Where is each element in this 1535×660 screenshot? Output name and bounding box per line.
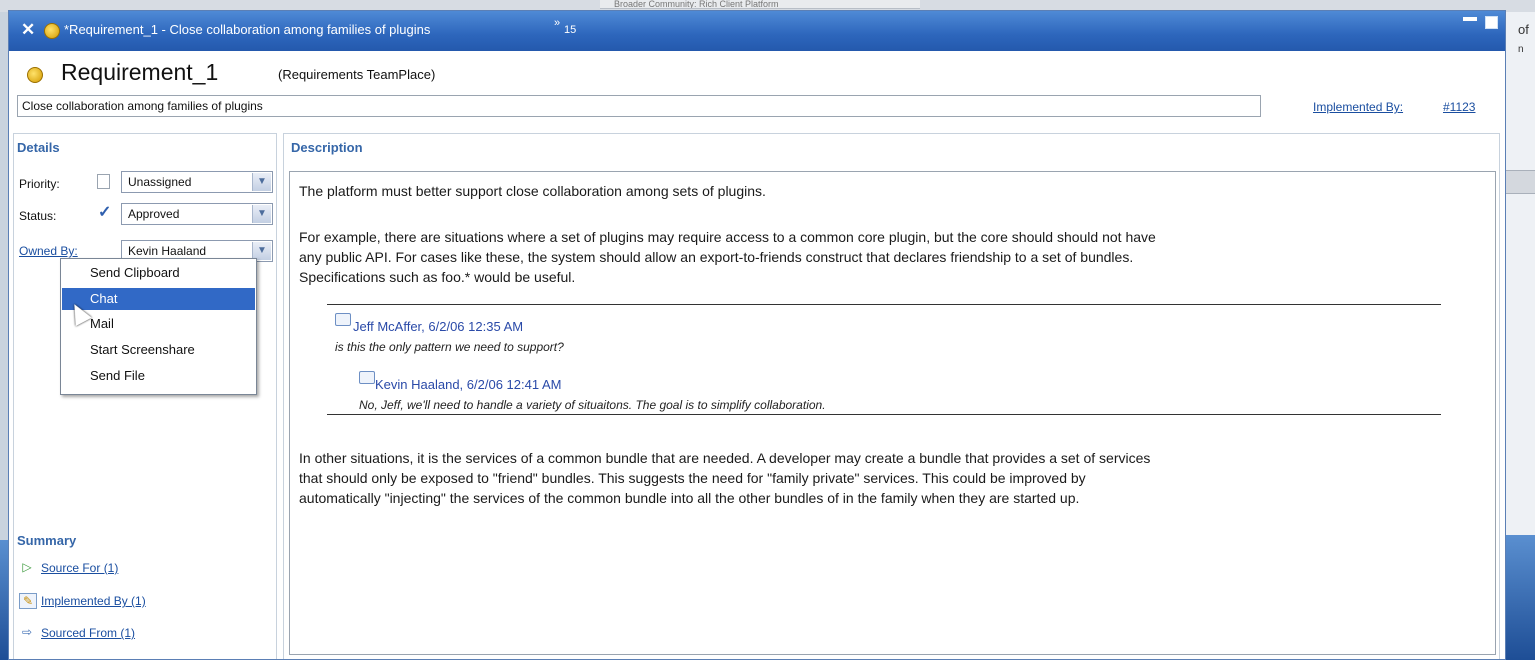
comment-text: No, Jeff, we'll need to handle a variety…: [359, 398, 826, 412]
window-title: *Requirement_1 - Close collaboration amo…: [64, 22, 431, 37]
menu-item-start-screenshare[interactable]: Start Screenshare: [62, 339, 255, 361]
chevron-down-icon[interactable]: ▼: [252, 173, 271, 191]
priority-value: Unassigned: [128, 175, 192, 189]
overflow-chevron-icon[interactable]: »: [554, 17, 560, 29]
background-text: n: [1518, 44, 1524, 55]
maximize-icon[interactable]: [1485, 16, 1498, 29]
details-heading: Details: [17, 140, 60, 155]
menu-item-chat[interactable]: Chat: [62, 288, 255, 310]
status-checkbox[interactable]: ✓: [97, 204, 111, 222]
priority-select[interactable]: Unassigned ▼: [121, 171, 273, 193]
implemented-by-icon: ✎: [19, 593, 37, 609]
comment-separator: [327, 414, 1441, 415]
menu-item-send-file[interactable]: Send File: [62, 365, 255, 387]
sourced-from-icon: ⇨: [21, 625, 33, 639]
reply-icon: [359, 371, 375, 384]
background-window-caption: Broader Community: Rich Client Platform: [600, 0, 920, 9]
close-icon[interactable]: ✕: [21, 20, 35, 40]
background-text: of: [1518, 22, 1529, 37]
checkmark-icon: ✓: [98, 204, 112, 221]
requirement-icon: [44, 23, 60, 39]
comment-separator: [327, 304, 1441, 305]
summary-link-source-for[interactable]: Source For (1): [41, 561, 118, 575]
description-paragraph: The platform must better support close c…: [299, 183, 766, 199]
page-title: Requirement_1: [61, 59, 219, 85]
requirement-icon: [27, 67, 43, 83]
team-place-label: (Requirements TeamPlace): [278, 67, 436, 82]
description-line: In other situations, it is the services …: [299, 450, 1151, 466]
summary-field[interactable]: Close collaboration among families of pl…: [17, 95, 1261, 117]
priority-label: Priority:: [19, 177, 60, 191]
source-for-icon: ▷: [22, 560, 32, 574]
description-line: Specifications such as foo.* would be us…: [299, 269, 576, 285]
owned-by-link[interactable]: Owned By:: [19, 244, 78, 258]
comment-text: is this the only pattern we need to supp…: [335, 340, 564, 354]
summary-heading: Summary: [17, 533, 77, 548]
description-line: For example, there are situations where …: [299, 229, 1156, 245]
comment-author[interactable]: Jeff McAffer, 6/2/06 12:35 AM: [353, 319, 523, 334]
summary-link-implemented-by[interactable]: Implemented By (1): [41, 594, 146, 608]
priority-checkbox[interactable]: [97, 174, 110, 189]
owner-context-menu: Send Clipboard Chat Mail Start Screensha…: [60, 258, 257, 395]
summary-value: Close collaboration among families of pl…: [22, 99, 263, 113]
implemented-by-link[interactable]: #1123: [1443, 100, 1475, 114]
description-heading: Description: [291, 140, 363, 155]
title-bar[interactable]: ✕ *Requirement_1 - Close collaboration a…: [9, 11, 1505, 51]
status-select[interactable]: Approved ▼: [121, 203, 273, 225]
minimize-icon[interactable]: [1463, 17, 1477, 21]
desktop-background: [1506, 535, 1535, 660]
description-line: automatically "injecting" the services o…: [299, 490, 1080, 506]
comment-author[interactable]: Kevin Haaland, 6/2/06 12:41 AM: [375, 377, 561, 392]
chevron-down-icon[interactable]: ▼: [252, 205, 271, 223]
summary-link-sourced-from[interactable]: Sourced From (1): [41, 626, 135, 640]
menu-item-send-clipboard[interactable]: Send Clipboard: [62, 262, 255, 284]
implemented-by-label[interactable]: Implemented By:: [1313, 100, 1403, 114]
status-value: Approved: [128, 207, 180, 221]
status-label: Status:: [19, 209, 57, 223]
description-line: any public API. For cases like these, th…: [299, 249, 1134, 265]
description-line: that should only be exposed to "friend" …: [299, 470, 1086, 486]
background-scrollbar: [1506, 170, 1535, 194]
overflow-count[interactable]: 15: [564, 24, 576, 36]
owned-by-value: Kevin Haaland: [128, 244, 207, 258]
comment-icon: [335, 313, 351, 326]
